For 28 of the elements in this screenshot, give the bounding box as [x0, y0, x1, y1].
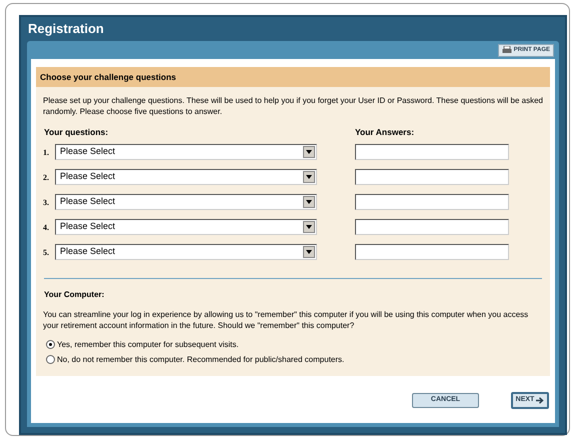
answer-field[interactable]	[355, 194, 509, 210]
question-dropdown[interactable]: Please Select	[55, 194, 317, 210]
answer-field[interactable]	[355, 244, 509, 260]
question-dropdown[interactable]: Please Select	[55, 144, 317, 160]
intro-text: Please set up your challenge questions. These will be used to help you if you forget your User ID or Password. These questions will be asked randomly. Please choose five questions to answer.	[43, 95, 543, 117]
question-number: 1.	[43, 147, 50, 160]
question-number: 3.	[43, 197, 50, 210]
question-dropdown[interactable]: Please Select	[55, 168, 317, 185]
radio-label: No, do not remember this computer. Recommended for public/shared computers.	[57, 354, 344, 366]
radio-button[interactable]	[46, 355, 55, 364]
radio-button[interactable]	[46, 340, 55, 350]
radio-label: Yes, remember this computer for subsequent visits.	[57, 338, 239, 351]
answer-field[interactable]	[355, 168, 509, 185]
answer-field[interactable]	[355, 218, 509, 235]
window-title: Registration	[27, 20, 105, 38]
question-dropdown[interactable]: Please Select	[55, 244, 317, 260]
column-heading: Your questions:	[43, 126, 110, 139]
question-dropdown[interactable]: Please Select	[55, 218, 317, 235]
answer-field[interactable]	[355, 144, 509, 160]
printer-icon	[502, 46, 512, 54]
section-header: Choose your challenge questions	[36, 67, 550, 87]
description-text: You can streamline your log in experience by allowing us to "remember" this computer if you will be using this computer when you access your retirement account information in the future. Should we "remember" this computer?	[43, 308, 530, 331]
question-number: 2.	[43, 172, 50, 184]
question-number: 4.	[43, 222, 50, 234]
section-heading: Your Computer:	[43, 288, 106, 301]
column-heading: Your Answers:	[355, 126, 414, 139]
arrow-right-icon	[536, 397, 544, 404]
question-number: 5.	[43, 247, 50, 260]
